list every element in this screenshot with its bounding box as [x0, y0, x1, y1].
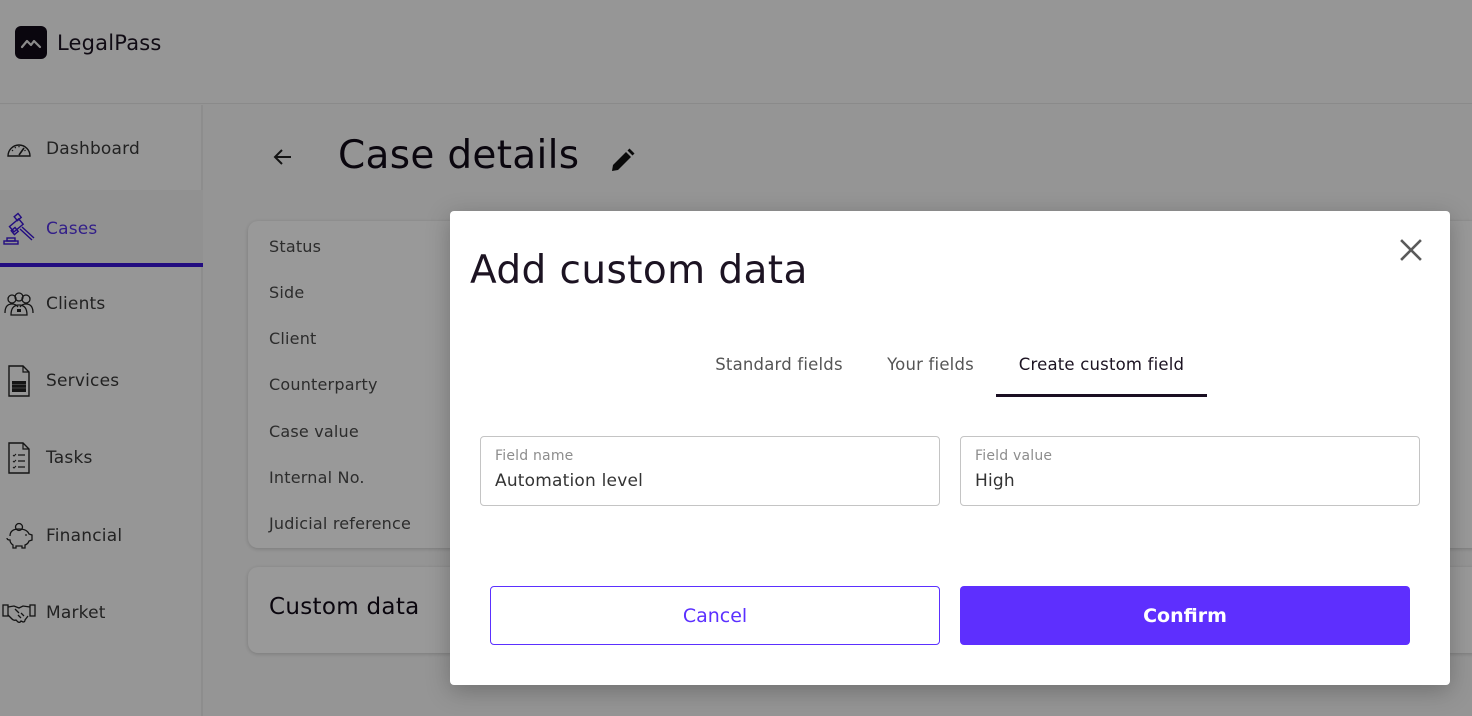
- cancel-button[interactable]: Cancel: [490, 586, 940, 645]
- field-name-label: Field name: [495, 448, 574, 464]
- close-icon[interactable]: [1396, 235, 1426, 265]
- add-custom-data-dialog: Add custom data Standard fields Your fie…: [450, 211, 1450, 685]
- field-value-label: Field value: [975, 448, 1053, 464]
- tab-your-fields[interactable]: Your fields: [875, 347, 986, 395]
- dialog-title: Add custom data: [470, 248, 808, 293]
- tab-standard-fields[interactable]: Standard fields: [703, 347, 855, 395]
- field-value-input[interactable]: [975, 469, 1395, 493]
- field-value-input-container[interactable]: Field value: [960, 436, 1420, 506]
- tab-create-custom-field[interactable]: Create custom field: [996, 347, 1207, 397]
- field-name-input-container[interactable]: Field name: [480, 436, 940, 506]
- confirm-button[interactable]: Confirm: [960, 586, 1410, 645]
- dialog-tabs: Standard fields Your fields Create custo…: [450, 347, 1450, 397]
- field-name-input[interactable]: [495, 469, 915, 493]
